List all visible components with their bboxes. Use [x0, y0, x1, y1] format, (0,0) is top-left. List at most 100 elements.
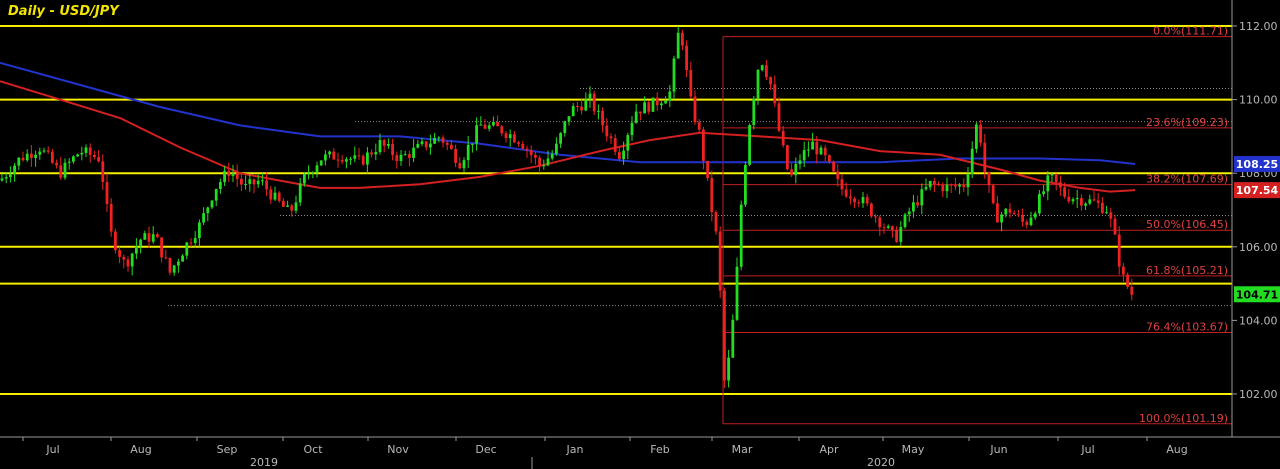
x-month-label-2: Sep [217, 443, 238, 456]
candle-body-13 [55, 162, 58, 166]
candle-body-75 [315, 165, 319, 173]
fib-label-6: 100.0%(101.19) [1139, 412, 1228, 425]
candle-body-31 [130, 253, 134, 267]
candle-body-232 [975, 124, 978, 149]
candle-body-175 [735, 266, 739, 320]
candle-body-213 [895, 230, 898, 242]
candle-body-73 [307, 173, 310, 175]
candle-body-247 [1038, 194, 1041, 214]
candle-body-153 [643, 102, 646, 114]
candle-body-63 [265, 180, 268, 190]
candle-body-15 [63, 162, 67, 178]
fib-label-1: 23.6%(109.23) [1146, 116, 1228, 129]
x-month-label-13: Aug [1166, 443, 1187, 456]
x-month-label-5: Dec [475, 443, 496, 456]
candle-body-105 [441, 137, 445, 143]
candle-body-16 [67, 161, 71, 163]
candle-body-117 [492, 122, 495, 126]
candle-body-258 [1084, 203, 1087, 206]
candle-body-45 [189, 242, 193, 244]
candle-body-164 [689, 69, 693, 97]
candle-body-109 [458, 162, 462, 169]
y-tick-label-4: 104.00 [1239, 314, 1278, 327]
candle-body-88 [370, 152, 373, 155]
candle-body-12 [51, 151, 54, 163]
candle-body-225 [945, 184, 949, 192]
candle-body-149 [626, 135, 630, 151]
candle-body-227 [954, 185, 957, 187]
candle-body-38 [160, 237, 163, 258]
candle-body-209 [878, 217, 882, 228]
ma-red-line [0, 80, 1136, 193]
x-month-label-3: Oct [303, 443, 323, 456]
candle-body-144 [605, 125, 609, 137]
candle-body-32 [135, 246, 138, 254]
candle-body-191 [802, 150, 806, 161]
candle-body-148 [622, 150, 625, 160]
candle-body-268 [1126, 274, 1129, 287]
candle-body-266 [1117, 234, 1121, 267]
candle-body-162 [681, 32, 684, 46]
candle-body-68 [286, 205, 289, 207]
candle-body-250 [1050, 173, 1054, 176]
candle-body-263 [1105, 212, 1108, 214]
fib-label-3: 50.0%(106.45) [1146, 218, 1228, 231]
candle-body-208 [874, 216, 877, 218]
candle-body-251 [1054, 173, 1058, 183]
candle-body-46 [193, 238, 197, 244]
candle-body-185 [777, 103, 781, 131]
candle-body-195 [819, 147, 823, 155]
x-month-label-10: May [902, 443, 925, 456]
candle-body-127 [534, 155, 537, 158]
badge-label-1: 107.54 [1236, 184, 1279, 197]
y-tick-label-5: 102.00 [1239, 388, 1278, 401]
candle-body-240 [1008, 208, 1012, 213]
candle-body-237 [996, 203, 999, 223]
candle-body-133 [559, 133, 562, 144]
candle-body-203 [853, 198, 856, 203]
candle-body-214 [899, 227, 903, 242]
x-month-label-6: Jan [566, 443, 584, 456]
badge-label-2: 104.71 [1236, 288, 1278, 301]
fib-label-5: 76.4%(103.67) [1146, 321, 1228, 334]
candle-body-24 [101, 161, 105, 183]
candle-body-21 [88, 147, 92, 155]
x-month-label-1: Aug [130, 443, 151, 456]
y-tick-label-3: 106.00 [1239, 241, 1278, 254]
x-month-label-0: Jul [45, 443, 59, 456]
candle-body-81 [340, 159, 344, 162]
candle-body-25 [105, 182, 109, 204]
candle-body-239 [1004, 208, 1008, 215]
candle-body-114 [479, 124, 483, 126]
candle-body-174 [731, 319, 735, 358]
candle-body-255 [1071, 199, 1075, 202]
candle-body-222 [933, 180, 936, 185]
candle-body-176 [739, 204, 743, 267]
candle-body-171 [718, 231, 722, 291]
candle-body-41 [172, 265, 176, 273]
badge-label-0: 108.25 [1236, 158, 1278, 171]
candle-body-253 [1063, 187, 1066, 197]
candle-body-110 [462, 160, 466, 169]
candle-body-54 [227, 170, 231, 176]
candle-body-35 [147, 233, 151, 242]
candle-body-136 [571, 105, 575, 117]
candle-body-48 [202, 213, 205, 223]
candle-body-95 [399, 154, 403, 161]
candle-body-228 [958, 184, 961, 187]
candle-body-220 [924, 187, 928, 190]
candle-body-34 [143, 233, 147, 240]
candle-body-124 [521, 143, 525, 149]
candle-body-125 [525, 148, 529, 151]
candle-body-217 [912, 202, 915, 212]
candle-body-99 [416, 143, 420, 148]
candle-body-39 [164, 257, 168, 259]
candle-body-143 [601, 110, 604, 126]
candle-body-259 [1088, 199, 1092, 204]
candle-body-55 [231, 173, 235, 176]
candle-body-132 [555, 143, 558, 154]
candle-body-262 [1101, 202, 1104, 213]
candle-body-260 [1092, 199, 1096, 201]
candle-body-8 [34, 154, 37, 158]
candle-body-249 [1046, 175, 1050, 192]
